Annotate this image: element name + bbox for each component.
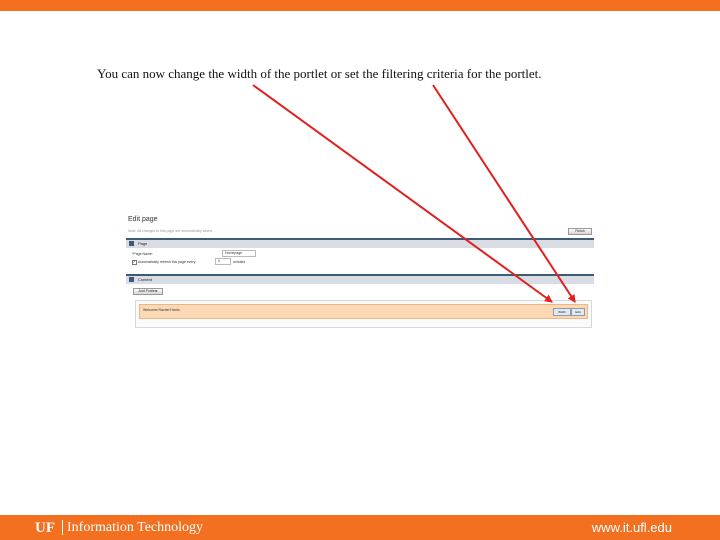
uf-logo: UF xyxy=(35,520,55,536)
arrow-to-width-button xyxy=(252,84,553,303)
department-name: Information Technology xyxy=(67,520,204,535)
footer-bar: UF Information Technology www.it.ufl.edu xyxy=(0,515,720,540)
arrow-to-edit-button xyxy=(432,84,576,303)
footer-url: www.it.ufl.edu xyxy=(591,520,672,535)
logo-divider xyxy=(62,520,63,535)
annotation-arrows xyxy=(252,84,576,303)
